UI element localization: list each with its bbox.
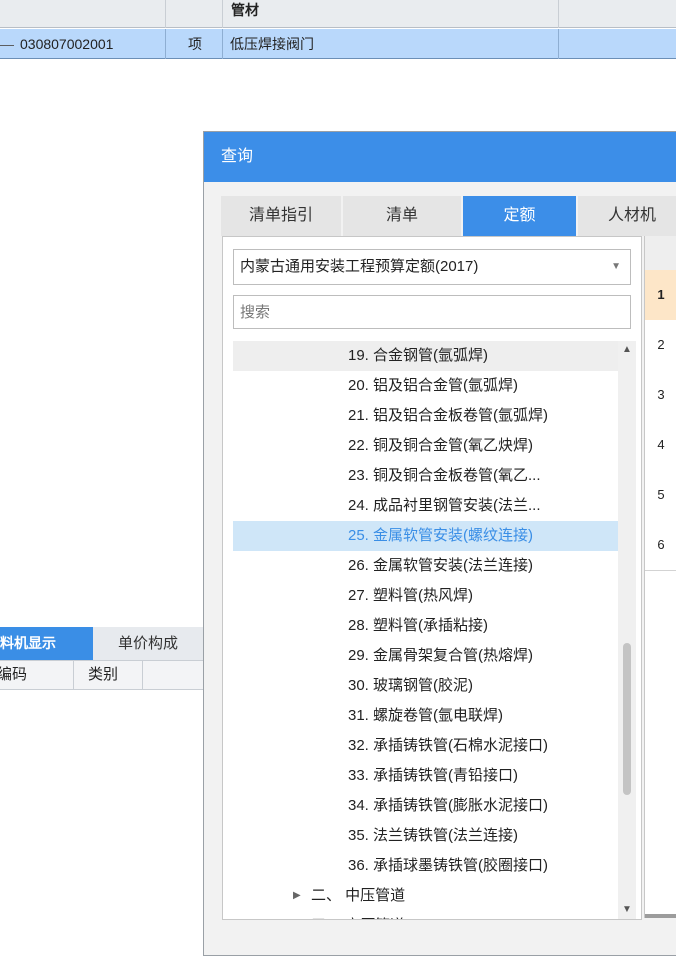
- tree-item[interactable]: 30. 玻璃钢管(胶泥): [233, 671, 618, 701]
- horizontal-scrollbar[interactable]: [645, 914, 676, 918]
- dialog-title[interactable]: 查询: [204, 132, 676, 182]
- header-col-name: 管材: [222, 0, 558, 28]
- row-number[interactable]: 2: [645, 320, 676, 371]
- tab-list-guide[interactable]: 清单指引: [221, 196, 341, 236]
- search-input[interactable]: [233, 295, 631, 329]
- column-divider: [142, 661, 143, 689]
- tree-item-label: 33. 承插铸铁管(青铅接口): [348, 767, 519, 784]
- tree-item-label: 21. 铝及铝合金板卷管(氩弧焊): [348, 407, 549, 424]
- triangle-down-icon[interactable]: ▼: [618, 901, 636, 919]
- quota-tree: 19. 合金钢管(氩弧焊) 20. 铝及铝合金管(氩弧焊) 21. 铝及铝合金板…: [233, 341, 638, 919]
- header-divider: [558, 0, 559, 28]
- tree-item-label: 28. 塑料管(承插粘接): [348, 617, 489, 634]
- table-header: 管材: [0, 0, 676, 28]
- tab-material-display[interactable]: 料机显示: [0, 627, 93, 660]
- result-grid-header: [645, 236, 676, 271]
- tree-item-label: 20. 铝及铝合金管(氩弧焊): [348, 377, 519, 394]
- table-row[interactable]: — 030807002001 项 低压焊接阀门: [0, 29, 676, 59]
- row-number[interactable]: 1: [645, 270, 676, 321]
- tree-item-label: 32. 承插铸铁管(石棉水泥接口): [348, 737, 549, 754]
- row-number[interactable]: 3: [645, 370, 676, 421]
- tree-item-label: 29. 金属骨架复合管(热熔焊): [348, 647, 534, 664]
- row-type: 项: [188, 36, 202, 52]
- row-divider: [558, 29, 559, 59]
- tab-labor-material-machine[interactable]: 人材机: [576, 196, 676, 236]
- tree-item[interactable]: 27. 塑料管(热风焊): [233, 581, 618, 611]
- tab-list[interactable]: 清单: [341, 196, 461, 236]
- tree-item[interactable]: 34. 承插铸铁管(膨胀水泥接口): [233, 791, 618, 821]
- tree-group[interactable]: ▶ 三、 高压管道: [233, 911, 618, 919]
- tree-item-label: 35. 法兰铸铁管(法兰连接): [348, 827, 519, 844]
- column-category: 类别: [88, 666, 119, 683]
- tree-item-label: 22. 铜及铜合金管(氧乙炔焊): [348, 437, 534, 454]
- row-divider: [165, 29, 166, 59]
- triangle-right-icon[interactable]: ▶: [293, 911, 301, 919]
- bottom-grid-header: 编码 类别: [0, 660, 210, 690]
- row-tree-line: —: [0, 36, 14, 52]
- tree-item-label: 25. 金属软管安装(螺纹连接): [348, 527, 534, 544]
- tree-item-label: 23. 铜及铜合金板卷管(氧乙...: [348, 467, 541, 484]
- tree-item-label: 19. 合金钢管(氩弧焊): [348, 347, 489, 364]
- row-number[interactable]: 6: [645, 520, 676, 571]
- quota-tree-panel: 内蒙古通用安装工程预算定额(2017) ▼ 19. 合金钢管(氩弧焊) 20. …: [222, 236, 642, 920]
- tree-item[interactable]: 31. 螺旋卷管(氩电联焊): [233, 701, 618, 731]
- row-code: 030807002001: [20, 36, 114, 52]
- tab-quota[interactable]: 定额: [461, 196, 576, 236]
- chevron-down-icon: ▼: [611, 261, 621, 272]
- tree-item[interactable]: 29. 金属骨架复合管(热熔焊): [233, 641, 618, 671]
- tree-item[interactable]: 35. 法兰铸铁管(法兰连接): [233, 821, 618, 851]
- row-name: 低压焊接阀门: [230, 36, 314, 52]
- tree-item[interactable]: 32. 承插铸铁管(石棉水泥接口): [233, 731, 618, 761]
- header-divider: [165, 0, 166, 28]
- tree-item-label: 26. 金属软管安装(法兰连接): [348, 557, 534, 574]
- tree-scrollbar[interactable]: ▲ ▼: [618, 341, 636, 919]
- column-divider: [73, 661, 74, 689]
- tree-group-label: 三、 高压管道: [311, 911, 405, 919]
- tree-item[interactable]: 26. 金属软管安装(法兰连接): [233, 551, 618, 581]
- triangle-up-icon[interactable]: ▲: [618, 341, 636, 359]
- tree-item[interactable]: 28. 塑料管(承插粘接): [233, 611, 618, 641]
- tree-item-label: 27. 塑料管(热风焊): [348, 587, 474, 604]
- tree-item-label: 31. 螺旋卷管(氩电联焊): [348, 707, 504, 724]
- row-number[interactable]: 5: [645, 470, 676, 521]
- bottom-tab-bar: 料机显示 单价构成: [0, 627, 210, 660]
- row-number[interactable]: 4: [645, 420, 676, 471]
- tree-item-label: 34. 承插铸铁管(膨胀水泥接口): [348, 797, 549, 814]
- tree-item[interactable]: 24. 成品衬里钢管安装(法兰...: [233, 491, 618, 521]
- tree-item[interactable]: 22. 铜及铜合金管(氧乙炔焊): [233, 431, 618, 461]
- tree-item[interactable]: 23. 铜及铜合金板卷管(氧乙...: [233, 461, 618, 491]
- tree-item-selected[interactable]: 25. 金属软管安装(螺纹连接): [233, 521, 618, 551]
- tree-item-label: 30. 玻璃钢管(胶泥): [348, 677, 474, 694]
- tree-item[interactable]: 33. 承插铸铁管(青铅接口): [233, 761, 618, 791]
- tree-item-label: 24. 成品衬里钢管安装(法兰...: [348, 497, 541, 514]
- tree-item[interactable]: 20. 铝及铝合金管(氩弧焊): [233, 371, 618, 401]
- row-divider: [222, 29, 223, 59]
- tab-unit-price[interactable]: 单价构成: [93, 627, 203, 660]
- column-code: 编码: [0, 666, 28, 683]
- triangle-right-icon[interactable]: ▶: [293, 881, 301, 911]
- quota-select-value: 内蒙古通用安装工程预算定额(2017): [240, 258, 479, 275]
- tree-item[interactable]: 19. 合金钢管(氩弧焊): [233, 341, 618, 371]
- quota-select[interactable]: 内蒙古通用安装工程预算定额(2017) ▼: [233, 249, 631, 285]
- tree-item[interactable]: 21. 铝及铝合金板卷管(氩弧焊): [233, 401, 618, 431]
- query-dialog: 查询 清单指引 清单 定额 人材机 内蒙古通用安装工程预算定额(2017) ▼ …: [203, 131, 676, 956]
- tree-group-label: 二、 中压管道: [311, 887, 406, 904]
- result-grid: 1 2 3 4 5 6: [644, 236, 676, 918]
- tree-item[interactable]: 36. 承插球墨铸铁管(胶圈接口): [233, 851, 618, 881]
- tree-item-label: 36. 承插球墨铸铁管(胶圈接口): [348, 857, 549, 874]
- tree-group[interactable]: ▶ 二、 中压管道: [233, 881, 618, 911]
- scrollbar-thumb[interactable]: [623, 643, 631, 795]
